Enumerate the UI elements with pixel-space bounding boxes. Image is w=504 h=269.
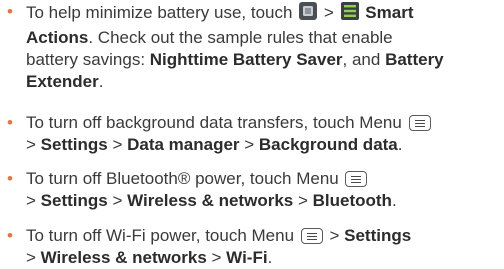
tip-battery-smart-actions: • To help minimize battery use, touch > S…: [0, 1, 504, 93]
tip-text: , and: [342, 50, 386, 69]
tip-text: >: [26, 191, 41, 210]
tip-text: . Check out the sample rules that enable: [88, 28, 393, 47]
tip-text: To turn off Wi-Fi power, touch Menu: [26, 226, 299, 245]
tip-emphasis: Battery: [385, 50, 444, 69]
tip-emphasis: Nighttime Battery Saver: [149, 50, 343, 69]
tip-text: To turn off background data transfers, t…: [26, 113, 407, 132]
bullet-icon: •: [7, 169, 13, 188]
tip-text: >: [26, 248, 41, 267]
tip-text: .: [391, 191, 397, 210]
bullet-icon: •: [7, 113, 13, 132]
tip-line: > Settings > Wireless & networks > Bluet…: [26, 190, 504, 212]
tip-text: >: [324, 226, 345, 245]
tip-emphasis: Bluetooth: [312, 191, 392, 210]
tip-line: > Wireless & networks > Wi-Fi.: [26, 247, 504, 269]
tip-text: To turn off Bluetooth® power, touch Menu: [26, 169, 344, 188]
tip-text: battery savings:: [26, 50, 150, 69]
smart-actions-icon: [340, 1, 360, 27]
bullet-icon: •: [7, 226, 13, 245]
tip-text: .: [98, 72, 104, 91]
tip-emphasis: Wireless & networks: [40, 248, 207, 267]
tip-text: >: [107, 191, 128, 210]
tip-text: >: [319, 3, 339, 22]
tip-text: >: [293, 191, 313, 210]
tip-bluetooth-power: • To turn off Bluetooth® power, touch Men…: [0, 168, 504, 212]
tip-line: battery savings: Nighttime Battery Saver…: [26, 49, 504, 71]
tip-line: Actions. Check out the sample rules that…: [26, 27, 504, 49]
tip-emphasis: Extender: [26, 72, 99, 91]
tip-background-data: • To turn off background data transfers, …: [0, 112, 504, 156]
tip-line: To turn off Bluetooth® power, touch Menu: [26, 168, 504, 190]
bullet-icon: •: [7, 2, 13, 21]
tip-line: Extender.: [26, 71, 504, 93]
tip-text: To help minimize battery use, touch: [26, 3, 298, 22]
tip-emphasis: Settings: [40, 135, 108, 154]
tip-emphasis: Settings: [344, 226, 412, 245]
menu-icon: [345, 171, 368, 187]
tip-text: .: [397, 135, 403, 154]
tip-text: >: [26, 135, 41, 154]
tip-emphasis: Settings: [40, 191, 108, 210]
tip-text: >: [206, 248, 227, 267]
tip-wifi-power: • To turn off Wi-Fi power, touch Menu > S…: [0, 225, 504, 269]
tip-text: >: [107, 135, 128, 154]
tip-emphasis: Wi-Fi: [226, 248, 268, 267]
tip-line: To turn off background data transfers, t…: [26, 112, 504, 134]
tip-emphasis: Smart: [365, 3, 414, 22]
menu-icon: [408, 115, 431, 131]
menu-icon: [300, 228, 323, 244]
app-square-icon: [298, 1, 318, 27]
tip-emphasis: Actions: [26, 28, 89, 47]
tip-line: > Settings > Data manager > Background d…: [26, 134, 504, 156]
tip-emphasis: Wireless & networks: [127, 191, 294, 210]
tip-line: To turn off Wi-Fi power, touch Menu > Se…: [26, 225, 504, 247]
tip-line: To help minimize battery use, touch > Sm…: [26, 1, 504, 27]
tip-text: >: [239, 135, 259, 154]
tip-emphasis: Data manager: [127, 135, 240, 154]
tip-text: .: [267, 248, 273, 267]
tip-emphasis: Background data: [258, 135, 398, 154]
